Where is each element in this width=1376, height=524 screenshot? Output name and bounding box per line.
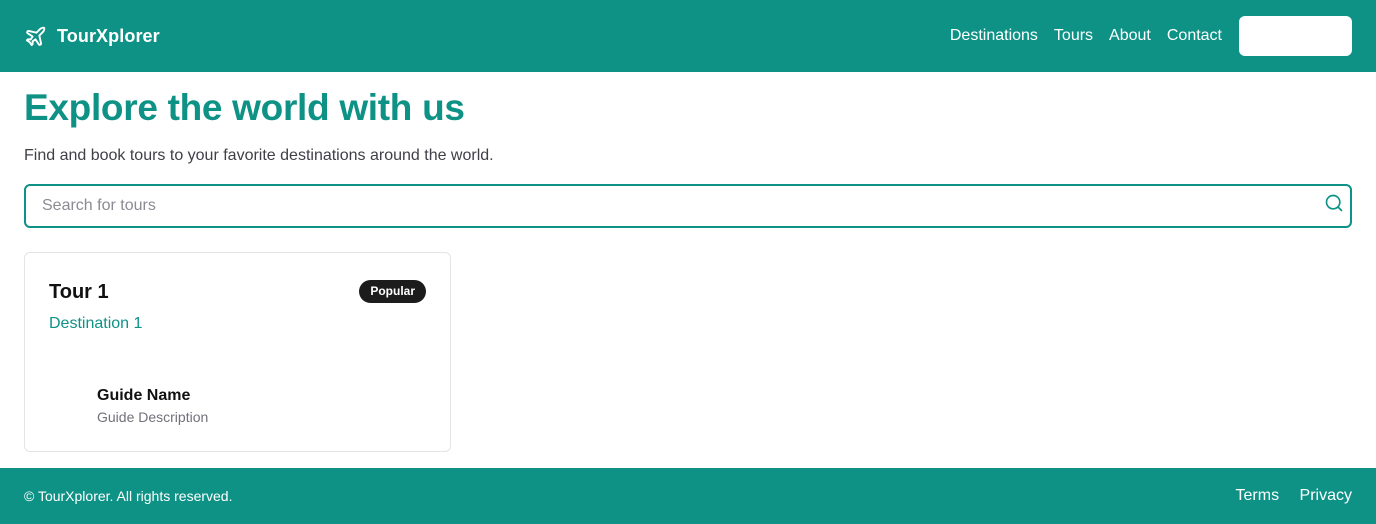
page-subtitle: Find and book tours to your favorite des… bbox=[24, 147, 494, 164]
header-action-button[interactable] bbox=[1239, 16, 1352, 56]
nav-link-about[interactable]: About bbox=[1109, 27, 1151, 45]
copyright-text: © TourXplorer. All rights reserved. bbox=[24, 488, 233, 504]
tour-card[interactable]: Tour 1 Popular Destination 1 Guide Name … bbox=[24, 252, 451, 452]
page-title: Explore the world with us bbox=[24, 87, 465, 128]
brand-name: TourXplorer bbox=[57, 25, 160, 46]
popular-badge: Popular bbox=[359, 280, 426, 303]
footer-links: Terms Privacy bbox=[1220, 487, 1352, 505]
brand[interactable]: TourXplorer bbox=[24, 25, 160, 48]
search-icon[interactable] bbox=[1324, 193, 1344, 213]
nav-link-destinations[interactable]: Destinations bbox=[950, 27, 1038, 45]
search-input[interactable] bbox=[26, 186, 1350, 226]
main-nav: Destinations Tours About Contact bbox=[950, 16, 1352, 56]
guide-description: Guide Description bbox=[97, 409, 209, 425]
guide-avatar bbox=[49, 385, 89, 425]
search-bar bbox=[24, 184, 1352, 228]
airplane-icon bbox=[24, 25, 47, 48]
guide-name: Guide Name bbox=[97, 387, 191, 404]
nav-link-tours[interactable]: Tours bbox=[1054, 27, 1093, 45]
footer-link-privacy[interactable]: Privacy bbox=[1300, 487, 1352, 504]
footer-link-terms[interactable]: Terms bbox=[1236, 487, 1280, 504]
nav-link-contact[interactable]: Contact bbox=[1167, 27, 1222, 45]
tour-destination-link[interactable]: Destination 1 bbox=[49, 314, 142, 334]
top-navbar: TourXplorer Destinations Tours About Con… bbox=[0, 0, 1376, 72]
footer: © TourXplorer. All rights reserved. Term… bbox=[0, 468, 1376, 524]
tour-title: Tour 1 bbox=[49, 281, 109, 303]
